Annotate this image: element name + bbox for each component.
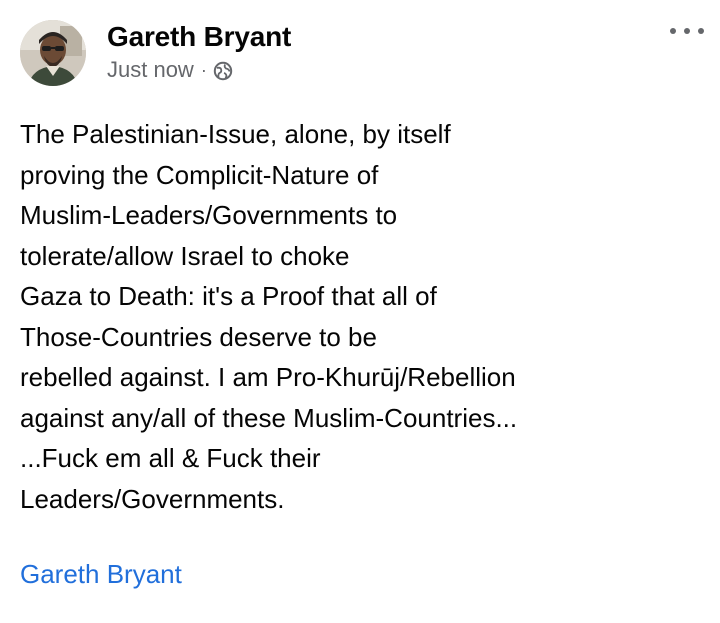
message-line: against any/all of these Muslim-Countrie… xyxy=(20,402,518,433)
message-line: proving the Complicit-Nature of xyxy=(20,159,379,190)
tagged-profile-link[interactable]: Gareth Bryant xyxy=(20,556,182,592)
message-line: The Palestinian-Issue, alone, by itself xyxy=(20,119,451,149)
separator-dot: · xyxy=(200,60,207,80)
avatar-image xyxy=(20,20,86,86)
message-line: Those-Countries deserve to be xyxy=(20,321,377,352)
post-subline: Just now · xyxy=(107,56,291,84)
message-line: Muslim-Leaders/Governments to xyxy=(20,200,398,230)
more-dot xyxy=(684,28,690,34)
more-options-icon[interactable] xyxy=(670,22,704,40)
more-dot xyxy=(698,28,704,34)
message-line: rebelled against. I am Pro-Khurūj/Rebell… xyxy=(20,362,516,392)
post-header: Gareth Bryant Just now · xyxy=(20,20,291,90)
author-name[interactable]: Gareth Bryant xyxy=(107,20,291,54)
more-dot xyxy=(670,28,676,34)
message-line: Gaza to Death: it's a Proof that all of xyxy=(20,281,437,311)
post-meta: Gareth Bryant Just now · xyxy=(107,20,291,84)
post-timestamp[interactable]: Just now xyxy=(107,56,194,84)
message-line: tolerate/allow Israel to choke xyxy=(20,240,350,271)
globe-icon[interactable] xyxy=(213,60,233,81)
avatar[interactable] xyxy=(20,20,86,86)
message-line: Leaders/Governments. xyxy=(20,483,285,514)
message-line: ...Fuck em all & Fuck their xyxy=(20,443,321,473)
facebook-post: Gareth Bryant Just now · The Palestinian xyxy=(0,0,720,623)
post-message: The Palestinian-Issue, alone, by itself … xyxy=(20,114,710,519)
